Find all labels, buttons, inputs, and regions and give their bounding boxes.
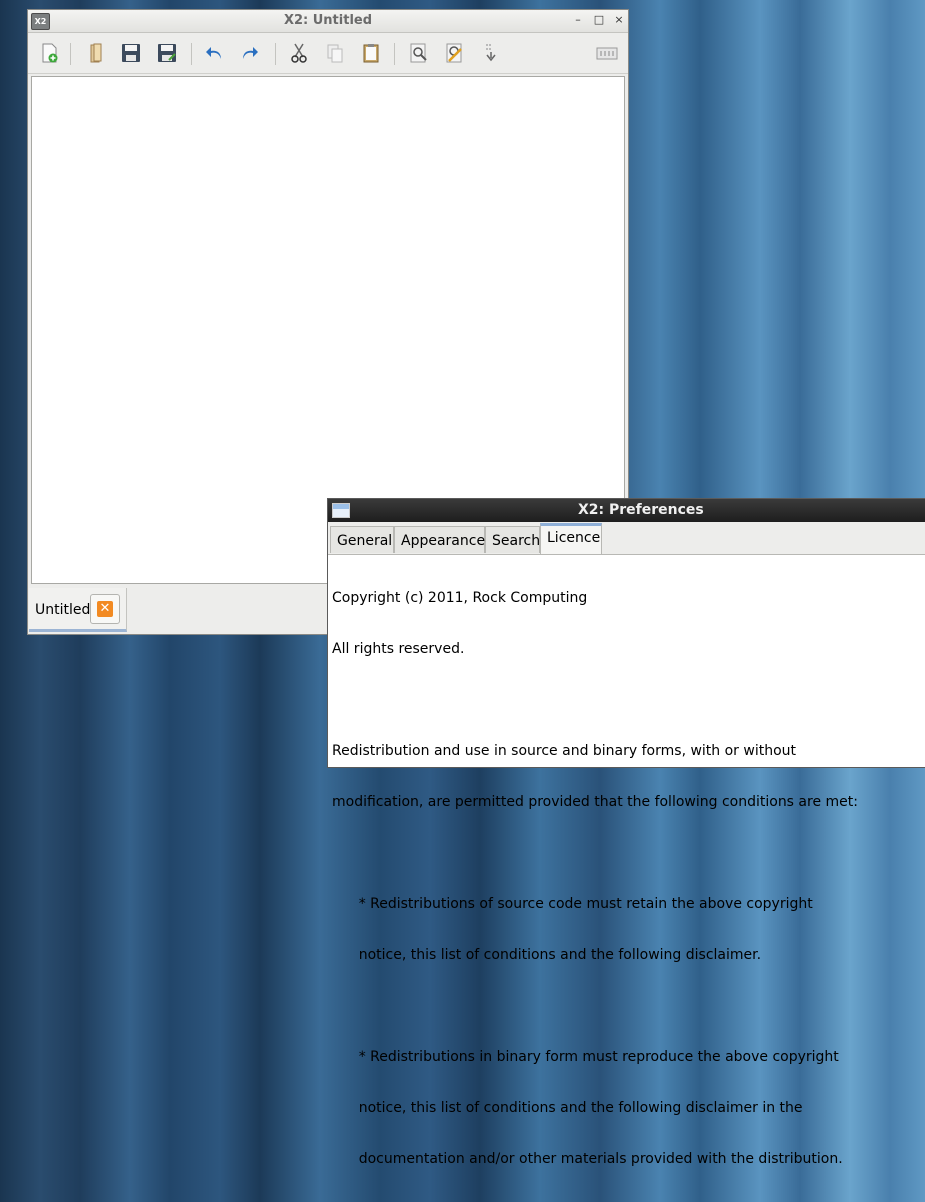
licence-line: notice, this list of conditions and the … [332, 1100, 803, 1116]
copy-icon[interactable] [322, 40, 348, 66]
preferences-icon[interactable] [594, 40, 620, 66]
goto-line-icon[interactable] [478, 40, 504, 66]
cut-icon[interactable] [286, 40, 312, 66]
new-file-icon[interactable] [36, 40, 62, 66]
close-tab-button[interactable]: ✕ [90, 594, 120, 624]
licence-line: Copyright (c) 2011, Rock Computing [332, 590, 588, 606]
tab-general[interactable]: General [330, 526, 394, 553]
find-icon[interactable] [406, 40, 432, 66]
licence-line [332, 692, 858, 709]
close-button[interactable]: × [612, 13, 626, 26]
document-tab-label: Untitled [35, 602, 91, 618]
preferences-tabs: General Appearance Search Licence [328, 522, 925, 555]
document-tab[interactable]: Untitled ✕ [29, 588, 127, 632]
window-icon [332, 503, 350, 518]
licence-line: notice, this list of conditions and the … [332, 947, 762, 963]
licence-line: All rights reserved. [332, 641, 465, 657]
minimize-button[interactable]: – [571, 13, 585, 26]
licence-line: * Redistributions in binary form must re… [332, 1049, 839, 1065]
licence-text: Copyright (c) 2011, Rock Computing All r… [332, 556, 858, 1202]
preferences-window: X2: Preferences General Appearance Searc… [327, 498, 925, 1167]
find-replace-icon[interactable] [442, 40, 468, 66]
close-icon: ✕ [97, 601, 113, 617]
preferences-titlebar[interactable]: X2: Preferences [328, 499, 925, 522]
licence-line [332, 845, 858, 862]
paste-icon[interactable] [358, 40, 384, 66]
licence-line [332, 998, 858, 1015]
toolbar [28, 33, 628, 74]
redo-icon[interactable] [237, 40, 263, 66]
licence-line: modification, are permitted provided tha… [332, 794, 858, 810]
tab-appearance[interactable]: Appearance [394, 526, 485, 553]
preferences-title: X2: Preferences [578, 502, 704, 518]
window-title: X2: Untitled [283, 13, 373, 28]
licence-line: Redistribution and use in source and bin… [332, 743, 797, 759]
maximize-button[interactable]: □ [592, 13, 606, 26]
tab-licence[interactable]: Licence [540, 523, 602, 554]
editor-titlebar[interactable]: X2 X2: Untitled – □ × [28, 10, 628, 33]
licence-line: documentation and/or other materials pro… [332, 1151, 843, 1167]
licence-line: * Redistributions of source code must re… [332, 896, 813, 912]
undo-icon[interactable] [201, 40, 227, 66]
open-file-icon[interactable] [83, 40, 109, 66]
save-icon[interactable] [118, 40, 144, 66]
save-as-icon[interactable] [154, 40, 180, 66]
tab-search[interactable]: Search [485, 526, 540, 553]
